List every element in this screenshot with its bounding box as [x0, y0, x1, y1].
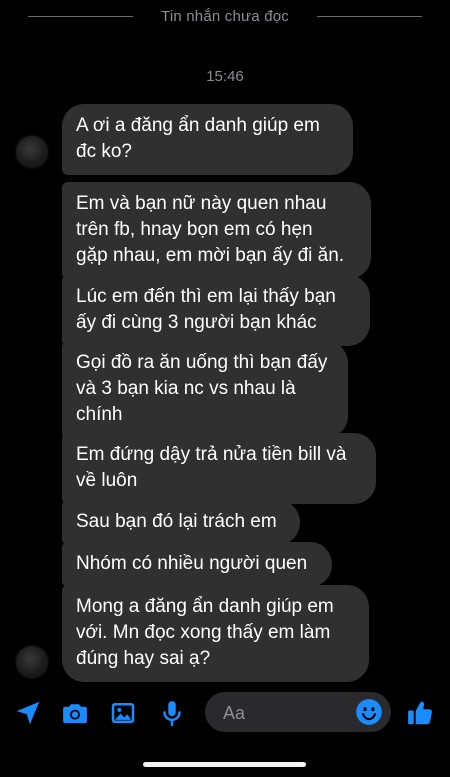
message-bubble[interactable]: Gọi đồ ra ăn uống thì bạn đấy và 3 bạn k… — [62, 341, 348, 438]
message-bubble[interactable]: A ơi a đăng ẩn danh giúp em đc ko? — [62, 104, 353, 175]
message-bubble[interactable]: Sau bạn đó lại trách em — [62, 500, 300, 545]
avatar[interactable] — [16, 646, 48, 678]
microphone-icon[interactable] — [157, 698, 187, 728]
message-bubble[interactable]: Em và bạn nữ này quen nhau trên fb, hnay… — [62, 182, 371, 279]
divider-line-left — [28, 15, 134, 17]
message-bubble[interactable]: Mong a đăng ẩn danh giúp em với. Mn đọc … — [62, 585, 369, 682]
avatar[interactable] — [16, 136, 48, 168]
message-bubble[interactable]: Nhóm có nhiều người quen — [62, 542, 332, 587]
camera-icon[interactable] — [60, 698, 90, 728]
message-input-pill[interactable] — [205, 692, 391, 732]
message-bubble[interactable]: Lúc em đến thì em lại thấy bạn ấy đi cùn… — [62, 275, 370, 346]
unread-divider-label: Tin nhắn chưa đọc — [161, 7, 289, 25]
divider-line-right — [316, 15, 422, 17]
message-input[interactable] — [221, 700, 345, 726]
location-arrow-icon[interactable] — [13, 698, 43, 728]
emoji-icon[interactable] — [355, 698, 383, 726]
composer-bar — [0, 688, 450, 736]
like-thumb-icon[interactable] — [405, 698, 435, 728]
message-bubble[interactable]: Em đứng dậy trả nửa tiền bill và về luôn — [62, 433, 376, 504]
message-timestamp: 15:46 — [206, 68, 244, 85]
unread-divider: Tin nhắn chưa đọc — [0, 0, 450, 32]
home-indicator — [143, 762, 306, 767]
gallery-icon[interactable] — [108, 698, 138, 728]
